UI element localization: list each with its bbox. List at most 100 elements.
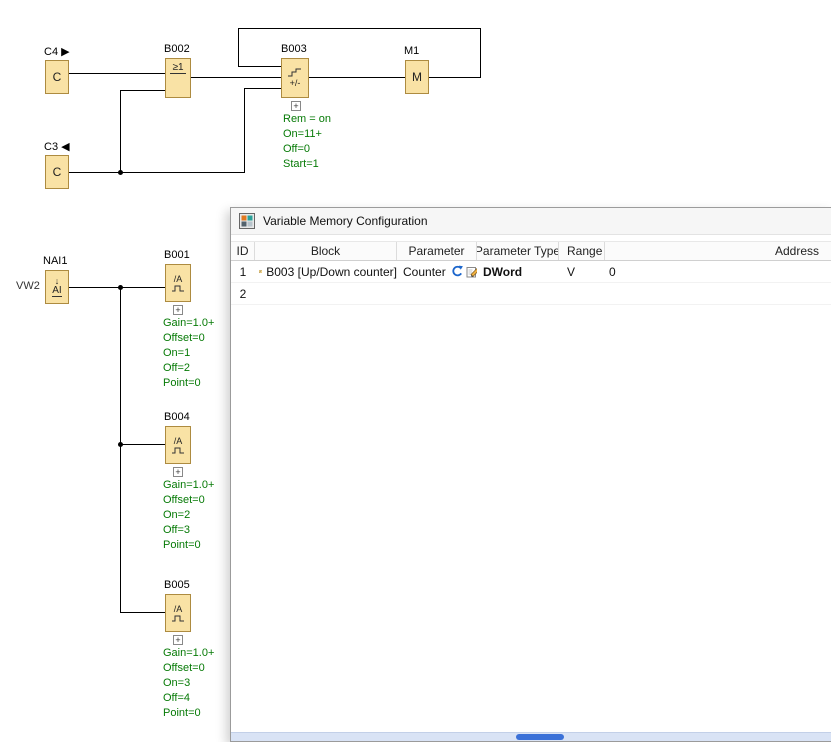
pulse-icon — [171, 614, 185, 622]
block-b002-or[interactable]: ≥1 — [165, 58, 191, 98]
block-nai1-network-analog-input[interactable]: ↓ AI — [45, 270, 69, 304]
cell-address — [605, 283, 831, 304]
analog-amp-icon: /A — [174, 437, 183, 446]
dialog-icon — [239, 213, 255, 229]
wire — [238, 28, 481, 29]
wire-junction — [118, 442, 123, 447]
param-line: Start=1 — [283, 157, 331, 172]
wire-junction — [118, 170, 123, 175]
wire — [69, 73, 165, 74]
table-row[interactable]: 1 B003 [Up/Down counter] Counter — [231, 261, 831, 283]
dialog-titlebar[interactable]: Variable Memory Configuration — [231, 208, 831, 235]
variable-memory-dialog: Variable Memory Configuration ID Block P… — [230, 207, 831, 742]
wire — [120, 287, 121, 613]
param-line: Point=0 — [163, 538, 214, 553]
cell-id: 2 — [231, 283, 255, 304]
wire — [69, 172, 245, 173]
dialog-title: Variable Memory Configuration — [263, 214, 428, 228]
cell-address: 0 — [605, 261, 831, 282]
analog-amp-icon: /A — [174, 605, 183, 614]
col-header-address[interactable]: Address — [605, 242, 831, 260]
block-label-c3: C3 ◀ — [44, 140, 70, 153]
col-header-id[interactable]: ID — [231, 242, 255, 260]
cell-parameter-type — [477, 283, 559, 304]
block-label-c4: C4 ▶ — [44, 45, 70, 58]
or-gate-icon: ≥1 — [170, 62, 185, 74]
refresh-icon[interactable] — [450, 265, 464, 279]
block-label-b004: B004 — [164, 411, 190, 423]
cell-parameter-type: DWord — [477, 261, 559, 282]
wire — [120, 612, 165, 613]
block-b003-updown-counter[interactable]: +/- — [281, 58, 309, 98]
col-header-range[interactable]: Range — [559, 242, 605, 260]
param-line: Offset=0 — [163, 331, 214, 346]
expand-icon[interactable]: + — [173, 635, 183, 645]
expand-icon[interactable]: + — [291, 101, 301, 111]
block-label-b003: B003 — [281, 43, 307, 55]
scrollbar-thumb[interactable] — [516, 734, 564, 740]
flag-icon: M — [412, 70, 422, 84]
param-line: On=2 — [163, 508, 214, 523]
edit-pencil-icon[interactable] — [466, 265, 477, 278]
block-label-nai1: NAI1 — [43, 255, 67, 267]
param-line: Rem = on — [283, 112, 331, 127]
param-line: Gain=1.0+ — [163, 478, 214, 493]
param-line: On=3 — [163, 676, 214, 691]
cell-parameter — [397, 283, 477, 304]
cell-parameter: Counter — [397, 261, 477, 282]
wire — [191, 77, 281, 78]
wire — [244, 88, 245, 173]
wire — [244, 88, 281, 89]
analog-input-icon: AI — [52, 285, 61, 297]
table-row[interactable]: 2 — [231, 283, 831, 305]
col-header-parameter[interactable]: Parameter — [397, 242, 477, 260]
block-params-b004: Gain=1.0+Offset=0On=2Off=3Point=0 — [163, 478, 214, 553]
wire — [238, 28, 239, 67]
block-params-b001: Gain=1.0+Offset=0On=1Off=2Point=0 — [163, 316, 214, 391]
col-header-block[interactable]: Block — [255, 242, 397, 260]
block-b001-analog-amplifier[interactable]: /A — [165, 264, 191, 302]
wire — [429, 77, 480, 78]
param-line: Off=2 — [163, 361, 214, 376]
param-line: Point=0 — [163, 376, 214, 391]
cell-block-text: B003 [Up/Down counter] — [266, 265, 397, 279]
block-b004-analog-amplifier[interactable]: /A — [165, 426, 191, 464]
param-line: Gain=1.0+ — [163, 646, 214, 661]
block-m1-flag[interactable]: M — [405, 60, 429, 94]
cell-range: V — [559, 261, 605, 282]
block-b005-analog-amplifier[interactable]: /A — [165, 594, 191, 632]
wire — [120, 90, 121, 173]
counter-stairs-icon — [287, 68, 303, 77]
block-c4-cursor-key[interactable]: C — [45, 60, 69, 94]
block-c3-cursor-key[interactable]: C — [45, 155, 69, 189]
pulse-icon — [171, 284, 185, 292]
expand-icon[interactable]: + — [173, 467, 183, 477]
param-line: Offset=0 — [163, 493, 214, 508]
plus-minus-icon: +/- — [290, 78, 301, 88]
wire — [69, 287, 165, 288]
cell-block: B003 [Up/Down counter] — [255, 261, 397, 282]
param-line: Gain=1.0+ — [163, 316, 214, 331]
block-label-m1: M1 — [404, 45, 419, 57]
block-label-b002: B002 — [164, 43, 190, 55]
network-input-arrow-icon: ↓ — [55, 277, 60, 285]
cell-range — [559, 283, 605, 304]
block-label-b005: B005 — [164, 579, 190, 591]
wire-junction — [118, 285, 123, 290]
param-line: Off=0 — [283, 142, 331, 157]
cell-id: 1 — [231, 261, 255, 282]
param-line: Point=0 — [163, 706, 214, 721]
expand-icon[interactable]: + — [173, 305, 183, 315]
block-params-b003: Rem = onOn=11+Off=0Start=1 — [283, 112, 331, 172]
wire — [120, 90, 165, 91]
param-line: On=11+ — [283, 127, 331, 142]
param-line: Offset=0 — [163, 661, 214, 676]
pin-label-vw2: VW2 — [16, 280, 40, 292]
cursor-key-icon: C — [53, 165, 62, 179]
param-line: Off=3 — [163, 523, 214, 538]
counter-block-icon — [259, 265, 262, 278]
col-header-parameter-type[interactable]: Parameter Type — [477, 242, 559, 260]
pulse-icon — [171, 446, 185, 454]
wire — [480, 28, 481, 78]
horizontal-scrollbar[interactable] — [231, 732, 831, 741]
